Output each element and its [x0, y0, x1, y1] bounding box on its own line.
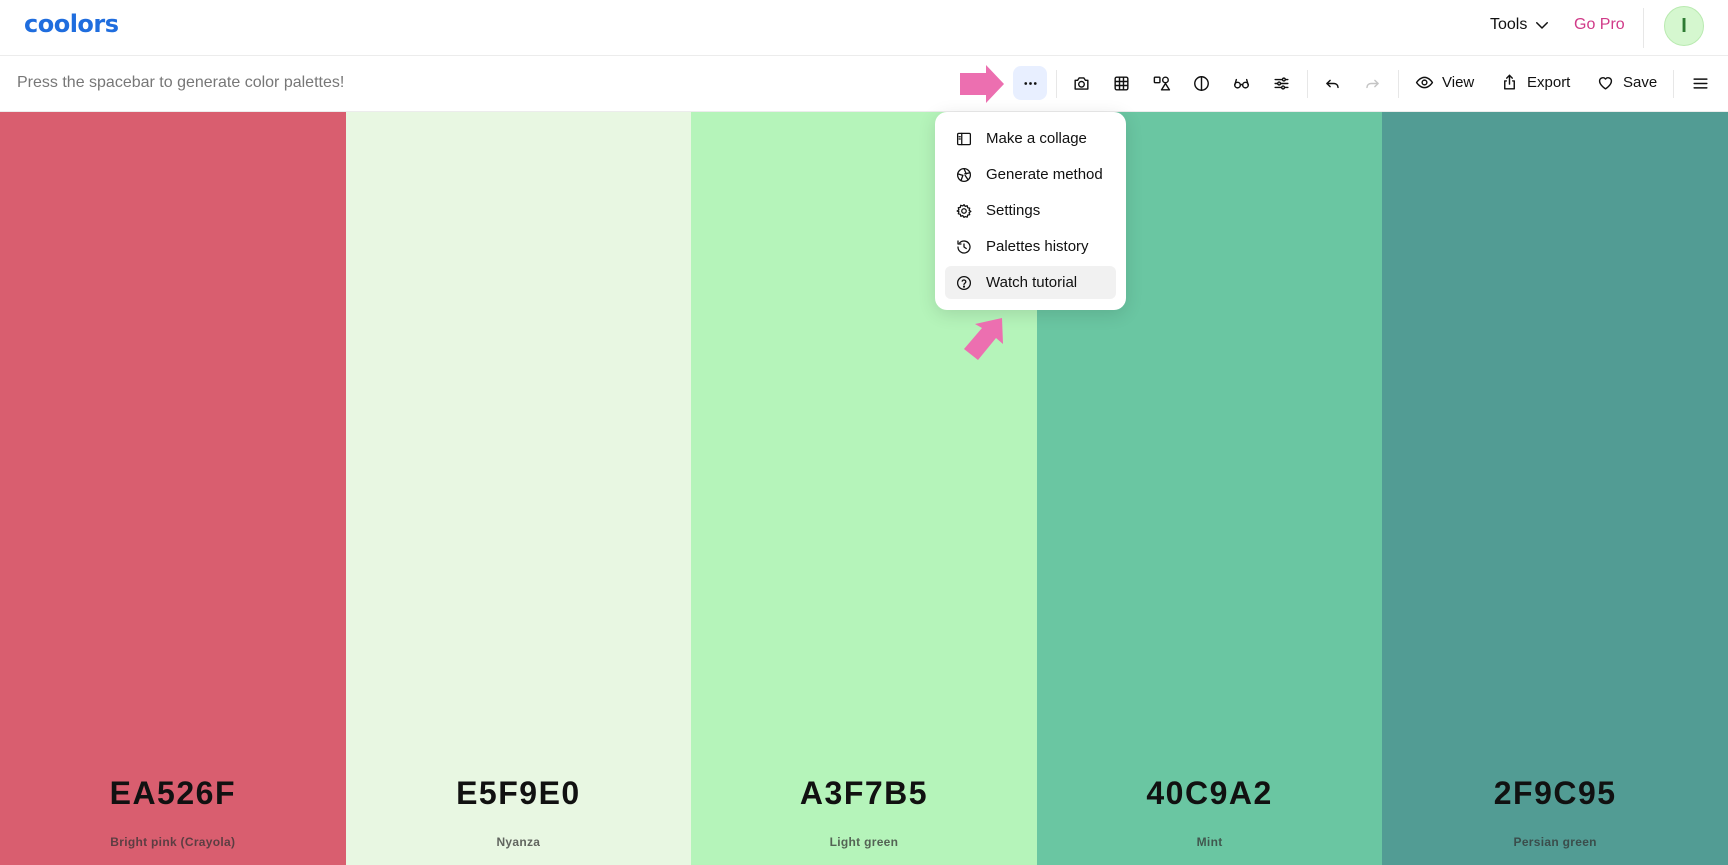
shapes-icon [1153, 75, 1170, 91]
hamburger-icon [1692, 77, 1708, 89]
glasses-icon [1233, 78, 1249, 89]
color-hex[interactable]: E5F9E0 [346, 775, 692, 812]
contrast-checker-button[interactable] [1184, 66, 1218, 100]
toolbar-divider [1056, 70, 1057, 98]
menu-item-label: Generate method [986, 166, 1103, 183]
color-swatch[interactable]: 2F9C95 Persian green [1382, 112, 1728, 865]
menu-item-make-collage[interactable]: Make a collage [945, 122, 1116, 155]
save-label: Save [1623, 74, 1658, 91]
more-icon [1023, 81, 1037, 85]
menu-item-label: Make a collage [986, 130, 1087, 147]
export-image-button[interactable] [1064, 66, 1098, 100]
palette: EA526F Bright pink (Crayola) E5F9E0 Nyan… [0, 112, 1728, 865]
menu-item-label: Settings [986, 202, 1041, 219]
header-divider [1643, 8, 1644, 48]
color-blindness-button[interactable] [1224, 66, 1258, 100]
top-header: coolors Tools Go Pro I [0, 0, 1728, 56]
collage-icon [956, 132, 972, 145]
color-name: Persian green [1513, 835, 1597, 849]
grid-icon [1113, 75, 1129, 91]
toolbar-divider [1398, 70, 1399, 98]
menu-item-palettes-history[interactable]: Palettes history [945, 230, 1116, 263]
adjust-palette-button[interactable] [1264, 66, 1298, 100]
undo-button[interactable] [1315, 66, 1349, 100]
main-menu-button[interactable] [1683, 66, 1717, 100]
chevron-down-icon [1536, 22, 1549, 29]
menu-item-generate-method[interactable]: Generate method [945, 158, 1116, 191]
undo-icon [1325, 79, 1339, 88]
color-hex[interactable]: 2F9C95 [1382, 775, 1728, 812]
sliders-icon [1273, 76, 1289, 90]
spacebar-hint: Press the spacebar to generate color pal… [17, 74, 345, 91]
help-circle-icon [956, 275, 972, 290]
aperture-icon [956, 167, 972, 182]
contrast-icon [1193, 75, 1209, 91]
share-icon [1504, 74, 1515, 90]
coolors-logo[interactable]: coolors [24, 10, 119, 38]
color-name: Light green [829, 835, 899, 849]
gear-icon [956, 203, 972, 218]
color-swatch[interactable]: E5F9E0 Nyanza [345, 112, 692, 865]
export-button[interactable]: Export [1500, 73, 1570, 92]
go-pro-link[interactable]: Go Pro [1574, 16, 1625, 34]
view-button[interactable]: View [1415, 73, 1474, 92]
heart-icon [1598, 77, 1613, 90]
tools-label: Tools [1490, 16, 1528, 33]
color-swatch[interactable]: EA526F Bright pink (Crayola) [0, 112, 346, 865]
history-icon [957, 239, 971, 254]
palette-grid-button[interactable] [1104, 66, 1138, 100]
save-button[interactable]: Save [1596, 73, 1657, 92]
more-options-button[interactable] [1013, 66, 1047, 100]
export-label: Export [1527, 74, 1571, 91]
visualize-button[interactable] [1144, 66, 1178, 100]
eye-icon [1415, 76, 1434, 89]
view-label: View [1442, 74, 1475, 91]
color-name: Bright pink (Crayola) [110, 835, 236, 849]
toolbar: Press the spacebar to generate color pal… [0, 56, 1728, 112]
camera-icon [1073, 76, 1089, 90]
color-hex[interactable]: 40C9A2 [1037, 775, 1383, 812]
annotation-arrow-up-icon [964, 318, 1003, 360]
annotation-arrow-right-icon [960, 65, 1004, 103]
menu-item-label: Watch tutorial [986, 274, 1078, 291]
menu-item-label: Palettes history [986, 238, 1089, 255]
toolbar-divider [1673, 70, 1674, 98]
avatar[interactable]: I [1664, 6, 1704, 46]
menu-item-watch-tutorial[interactable]: Watch tutorial [945, 266, 1116, 299]
color-hex[interactable]: EA526F [0, 775, 346, 812]
color-name: Mint [1196, 835, 1223, 849]
redo-button[interactable] [1355, 66, 1389, 100]
more-options-dropdown: Make a collage Generate method Settings … [935, 112, 1126, 310]
color-name: Nyanza [496, 835, 541, 849]
toolbar-divider [1307, 70, 1308, 98]
redo-icon [1365, 79, 1379, 88]
tools-menu-button[interactable]: Tools [1490, 16, 1551, 34]
color-hex[interactable]: A3F7B5 [691, 775, 1037, 812]
menu-item-settings[interactable]: Settings [945, 194, 1116, 227]
